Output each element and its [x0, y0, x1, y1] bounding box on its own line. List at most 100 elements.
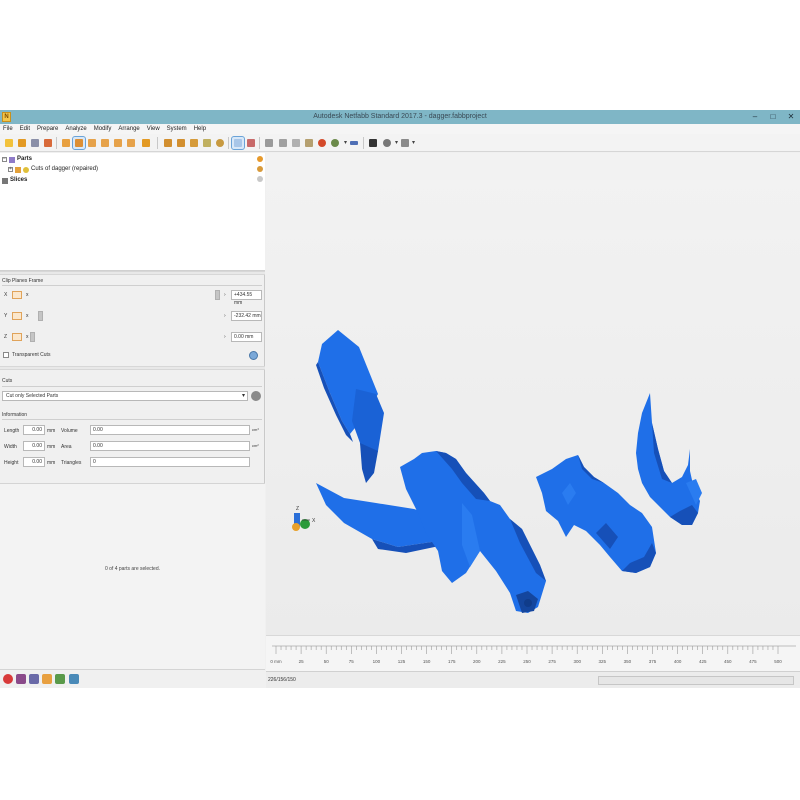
part-icon: [23, 166, 29, 173]
divider: [2, 285, 262, 286]
menu-edit[interactable]: Edit: [20, 124, 30, 134]
collapse-icon[interactable]: −: [2, 157, 7, 162]
3d-viewport[interactable]: Z X: [266, 153, 800, 635]
export-icon[interactable]: [42, 137, 54, 149]
clip-x-value[interactable]: +434.55 mm: [231, 290, 262, 306]
transparent-cuts-checkbox[interactable]: [3, 352, 9, 358]
app-icon: N: [2, 112, 11, 122]
height-label: Height: [4, 460, 19, 466]
sphere-icon[interactable]: [329, 137, 341, 149]
open-project-icon[interactable]: [3, 137, 15, 149]
menu-view[interactable]: View: [147, 124, 160, 134]
settings-icon[interactable]: [381, 137, 393, 149]
slice-tool-icon[interactable]: [16, 674, 26, 684]
clip-y-slider-handle[interactable]: [38, 311, 43, 321]
select-cursor-icon[interactable]: [231, 136, 245, 150]
clip-z-arrow-icon[interactable]: ›: [224, 334, 226, 340]
clip-y-toggle[interactable]: [12, 312, 22, 320]
texture-icon[interactable]: [303, 137, 315, 149]
ruler-tick-label: 475: [749, 659, 757, 664]
window-title: Autodesk Netfabb Standard 2017.3 - dagge…: [313, 113, 487, 120]
clip-z-slider-handle[interactable]: [30, 332, 35, 342]
close-button[interactable]: ✕: [786, 110, 796, 124]
tree-item-slices[interactable]: Slices: [2, 176, 27, 185]
height-value: 0.00: [23, 457, 45, 467]
view-back-icon[interactable]: [86, 137, 98, 149]
menu-arrange[interactable]: Arrange: [118, 124, 139, 134]
volume-label: Volume: [61, 428, 78, 434]
left-panel: − Parts + Cuts of dagger (repaired) Slic…: [0, 153, 265, 688]
add-part-icon[interactable]: [16, 137, 28, 149]
menu-analyze[interactable]: Analyze: [65, 124, 86, 134]
view-left-icon[interactable]: [99, 137, 111, 149]
cuts-title: Cuts: [2, 378, 13, 384]
menu-system[interactable]: System: [167, 124, 187, 134]
status-bar: 226/156/150: [266, 671, 800, 688]
clip-y-value[interactable]: -232.42 mm: [231, 311, 262, 321]
view-bottom-icon[interactable]: [125, 137, 137, 149]
save-icon[interactable]: [29, 137, 41, 149]
clip-x-toggle[interactable]: [12, 291, 22, 299]
zoom-selection-icon[interactable]: [175, 137, 187, 149]
zoom-all-icon[interactable]: [162, 137, 174, 149]
ruler-tick-label: 150: [423, 659, 431, 664]
part-status-icon: [257, 166, 263, 172]
cut-settings-gear-icon[interactable]: [251, 391, 261, 401]
menu-modify[interactable]: Modify: [94, 124, 112, 134]
zoom-part-icon[interactable]: [188, 137, 200, 149]
export-tool-icon[interactable]: [42, 674, 52, 684]
color-icon[interactable]: [316, 137, 328, 149]
minimize-button[interactable]: –: [750, 110, 760, 124]
clip-plane-y: Y x › -232.42 mm: [2, 311, 264, 323]
divider: [2, 419, 262, 420]
view-front-icon[interactable]: [60, 137, 72, 149]
measure-icon[interactable]: [263, 137, 275, 149]
view-right-icon[interactable]: [112, 137, 124, 149]
ruler-tick-label: 0 mm: [270, 659, 282, 664]
clip-x-slider-handle[interactable]: [215, 290, 220, 300]
clip-y-arrow-icon[interactable]: ›: [224, 313, 226, 319]
analysis-tool-icon[interactable]: [29, 674, 39, 684]
view-top-icon[interactable]: [72, 136, 86, 150]
cut-tool-icon[interactable]: [3, 674, 13, 684]
tree-item-parts[interactable]: − Parts: [2, 155, 32, 164]
menu-prepare[interactable]: Prepare: [37, 124, 58, 134]
cut-mode-select[interactable]: Cut only Selected Parts ▾: [2, 391, 248, 401]
area-label: Area: [61, 444, 72, 450]
magnify-icon[interactable]: [214, 137, 226, 149]
menu-help[interactable]: Help: [194, 124, 206, 134]
zoom-window-icon[interactable]: [201, 137, 213, 149]
area-value: 0.00: [90, 441, 250, 451]
gizmo-z-label: Z: [296, 506, 299, 512]
ruler-tick-label: 175: [448, 659, 456, 664]
ruler-tick-label: 50: [324, 659, 330, 664]
add-support-icon[interactable]: [367, 137, 379, 149]
measurement-ruler: 0 mm 25 50 75 100 125 150 175 200 225 250 275 300 325…: [266, 635, 800, 671]
transparent-cuts-row[interactable]: Transparent Cuts: [3, 352, 50, 358]
dropdown-arrow-icon[interactable]: ▾: [410, 137, 422, 149]
ruler-scale: 0 mm 25 50 75 100 125 150 175 200 225 250 275 300 325…: [270, 645, 796, 664]
slider-icon[interactable]: [348, 137, 360, 149]
ruler-tick-label: 125: [398, 659, 406, 664]
wireframe-icon[interactable]: [290, 137, 302, 149]
network-tool-icon[interactable]: [69, 674, 79, 684]
clip-z-toggle[interactable]: [12, 333, 22, 341]
menu-file[interactable]: File: [3, 124, 13, 134]
repair-tool-icon[interactable]: [55, 674, 65, 684]
rotate-cursor-icon[interactable]: [245, 137, 257, 149]
refresh-icon[interactable]: [249, 351, 258, 360]
maximize-button[interactable]: □: [768, 110, 778, 124]
clip-z-value[interactable]: 0.00 mm: [231, 332, 262, 342]
ruler-tick-label: 200: [473, 659, 481, 664]
panel-splitter[interactable]: [0, 366, 265, 370]
view-iso-icon[interactable]: [140, 137, 152, 149]
expand-icon[interactable]: +: [8, 167, 13, 172]
length-value: 0.00: [23, 425, 45, 435]
tree-item-cuts[interactable]: + Cuts of dagger (repaired): [8, 165, 98, 174]
triangles-value: 0: [90, 457, 250, 467]
clip-x-arrow-icon[interactable]: ›: [224, 292, 226, 298]
axis-label: Z: [4, 334, 8, 340]
selection-info-area: 0 of 4 parts are selected.: [0, 483, 265, 669]
panel-splitter[interactable]: [0, 271, 265, 275]
shading-icon[interactable]: [277, 137, 289, 149]
